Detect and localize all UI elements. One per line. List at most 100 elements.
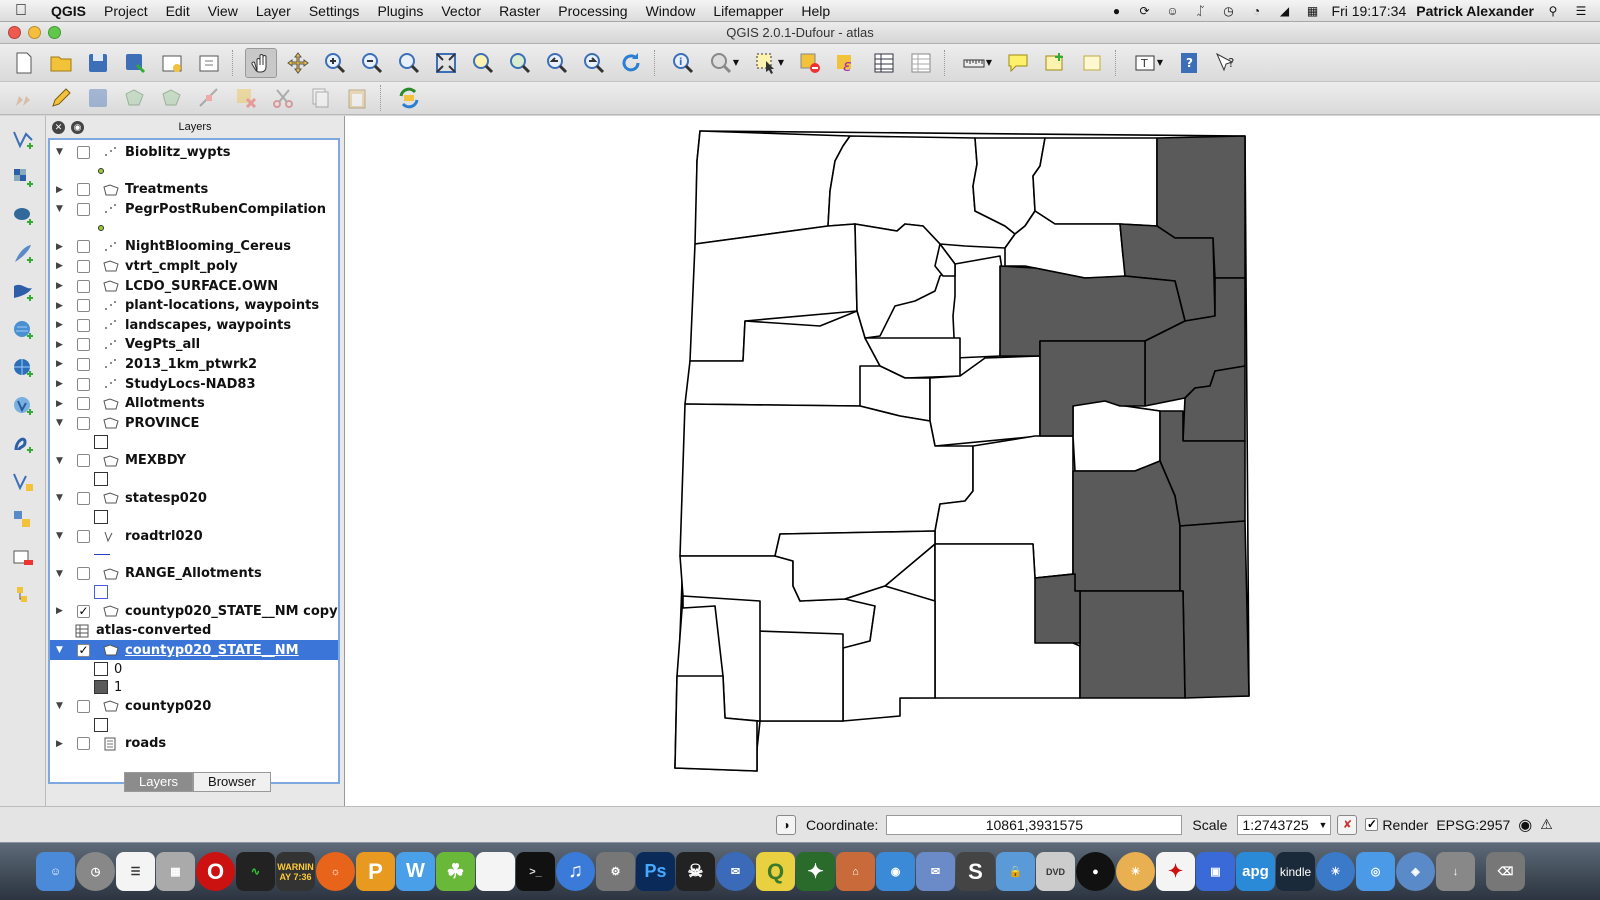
add-wfs-layer-button[interactable] [8,392,38,419]
messages-warning-icon[interactable]: ⚠ [1540,816,1553,833]
zoom-window-button[interactable] [48,26,61,39]
toggle-extents-icon[interactable]: ◑ [776,814,796,835]
save-project-button[interactable] [82,48,114,78]
collapse-arrow-icon[interactable]: ▼ [56,531,66,541]
time-machine-icon[interactable]: ◷ [1220,4,1238,18]
notification-icon[interactable]: ☰ [1572,4,1590,18]
layer-visibility-checkbox[interactable] [77,259,90,273]
finder-icon[interactable]: ☺ [36,852,75,891]
layer-visibility-checkbox[interactable] [77,357,90,371]
layer-row[interactable]: ▼ RANGE_Allotments [50,564,338,584]
layer-visibility-checkbox[interactable] [77,529,90,543]
map-canvas[interactable] [344,116,1600,806]
current-edits-button[interactable] [8,83,40,113]
show-bookmarks-button[interactable] [1076,48,1108,78]
pirate-app-icon[interactable]: ☠ [676,852,715,891]
menu-layer[interactable]: Layer [247,3,300,19]
expand-arrow-icon[interactable]: ▶ [56,606,66,616]
zoom-out-button[interactable] [356,48,388,78]
pan-map-button[interactable] [245,47,277,78]
pages-icon[interactable]: P [356,852,395,891]
expand-arrow-icon[interactable]: ▶ [56,320,66,330]
delete-selected-button[interactable] [230,83,262,113]
expand-arrow-icon[interactable]: ▶ [56,185,66,195]
acrobat-icon[interactable]: ✦ [1156,852,1195,891]
county-colfax[interactable] [1032,137,1158,227]
deselect-features-button[interactable] [794,48,826,78]
cut-features-button[interactable] [267,83,299,113]
layer-visibility-checkbox[interactable] [77,699,90,713]
scrivener-icon[interactable]: S [956,852,995,891]
layer-visibility-checkbox[interactable]: ✓ [77,604,90,618]
layer-row[interactable]: ▶ Allotments [50,394,338,414]
layer-row[interactable]: ▼ ✓ countyp020_STATE__NM [50,640,338,661]
bluetooth-icon[interactable]: ᛢ [1192,4,1210,18]
gps-tracking-button[interactable] [393,83,425,113]
preview-icon[interactable]: ◉ [876,852,915,891]
add-postgis-layer-button[interactable] [8,202,38,229]
close-panel-icon[interactable]: ✕ [52,120,65,134]
layers-tree[interactable]: ▼ Bioblitz_wypts ▶ Treatments ▼ PegrPostRuben… [48,138,340,784]
layer-visibility-checkbox[interactable] [77,145,90,159]
layer-visibility-checkbox[interactable] [77,299,90,313]
layer-visibility-checkbox[interactable] [77,737,90,751]
kindle-icon[interactable]: kindle [1276,852,1315,891]
scale-combobox[interactable]: 1:2743725 ▼ [1237,814,1332,835]
layer-row[interactable]: ▶ landscapes, waypoints [50,315,338,335]
apg-icon[interactable]: apg [1236,852,1275,891]
layer-row[interactable]: ▼ Bioblitz_wypts [50,142,338,162]
identify-features-button[interactable]: i [667,48,699,78]
county-map[interactable] [345,116,1600,806]
remove-layer-button[interactable] [8,544,38,571]
sync-icon[interactable]: ⟳ [1136,4,1154,18]
expand-arrow-icon[interactable]: ▶ [56,739,66,749]
menu-clock[interactable]: Fri 19:17:34 [1332,3,1407,19]
collapse-arrow-icon[interactable]: ▼ [56,147,66,157]
qgis-icon[interactable]: Q [756,852,795,891]
opera-icon[interactable]: O [196,852,235,891]
expand-arrow-icon[interactable]: ▶ [56,379,66,389]
menu-processing[interactable]: Processing [549,3,636,19]
thunderbird-icon[interactable]: ✉ [716,852,755,891]
close-window-button[interactable] [8,26,21,39]
expand-arrow-icon[interactable]: ▶ [56,359,66,369]
layer-visibility-checkbox[interactable] [77,202,90,216]
layer-row[interactable]: ▼ PROVINCE [50,413,338,433]
mail-icon[interactable]: ✉ [916,852,955,891]
county-lincoln-gray[interactable] [1034,573,1081,644]
layer-visibility-checkbox[interactable]: ✓ [77,643,90,657]
layer-visibility-checkbox[interactable] [77,454,90,468]
copy-features-button[interactable] [304,83,336,113]
collapse-arrow-icon[interactable]: ▼ [56,204,66,214]
stop-render-icon[interactable]: ✘ [1337,814,1358,835]
menu-edit[interactable]: Edit [157,3,199,19]
menu-vector[interactable]: Vector [432,3,490,19]
expand-arrow-icon[interactable]: ▶ [56,261,66,271]
county-lea[interactable] [1179,520,1250,699]
firefox-icon[interactable]: ☼ [316,852,355,891]
frame-app-icon[interactable]: ▣ [1196,852,1235,891]
layer-visibility-checkbox[interactable] [77,416,90,430]
spotlight-icon[interactable]: ⚲ [1544,4,1562,18]
expand-arrow-icon[interactable]: ▶ [56,399,66,409]
paste-features-button[interactable] [341,83,373,113]
photoshop-icon[interactable]: Ps [636,852,675,891]
field-calculator-button[interactable] [905,48,937,78]
county-luna[interactable] [756,630,844,722]
coordinate-field[interactable]: 10861,3931575 [886,814,1183,835]
grass-gis-icon[interactable]: ✦ [796,852,835,891]
collapse-arrow-icon[interactable]: ▼ [56,569,66,579]
layer-visibility-checkbox[interactable] [77,240,90,254]
vpn-icon[interactable]: ☀ [1316,852,1355,891]
toggle-editing-button[interactable] [45,83,77,113]
menu-qgis[interactable]: QGIS [42,3,95,19]
clock-app-icon[interactable]: ◷ [76,852,115,891]
map-tips-button[interactable] [1002,48,1034,78]
select-by-expression-button[interactable]: ε [831,48,863,78]
add-wms-layer-button[interactable] [8,316,38,343]
minimize-window-button[interactable] [28,26,41,39]
save-layer-edits-button[interactable] [82,83,114,113]
layer-row[interactable]: ▶ VegPts_all [50,335,338,355]
select-features-dropdown[interactable]: ▼ [749,48,789,78]
activity-monitor-icon[interactable]: ∿ [236,852,275,891]
